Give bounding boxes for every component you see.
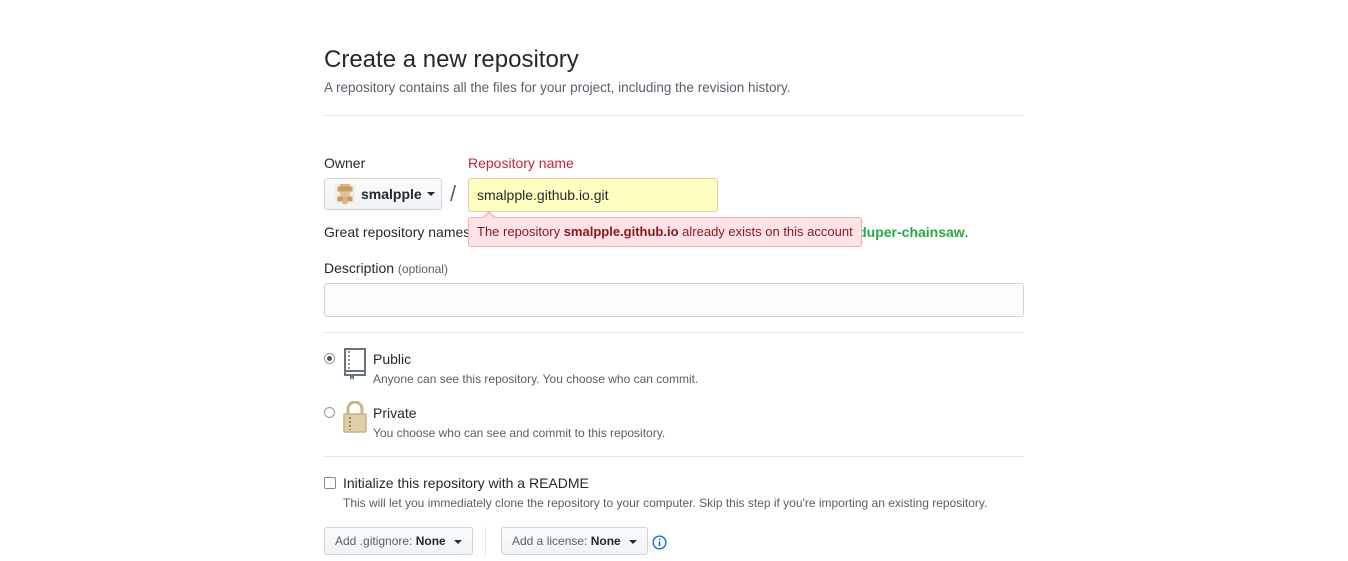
description-label-text: Description: [324, 260, 395, 276]
avatar: [335, 184, 355, 204]
gitignore-select-button[interactable]: Add .gitignore: None: [324, 527, 474, 555]
owner-name: smalpple: [361, 186, 422, 202]
repo-name-label: Repository name: [468, 155, 574, 171]
repo-name-suggestion[interactable]: r-duper-chainsaw.: [848, 223, 969, 241]
license-value: None: [590, 534, 621, 548]
page-title: Create a new repository: [324, 46, 579, 73]
info-icon[interactable]: [652, 535, 667, 555]
select-separator: [485, 527, 486, 555]
page-subtitle: A repository contains all the files for …: [324, 80, 791, 95]
readme-title: Initialize this repository with a README: [343, 475, 589, 491]
error-suffix: already exists on this account: [678, 224, 853, 239]
owner-select-button[interactable]: smalpple: [324, 178, 442, 210]
repo-book-icon: [342, 347, 368, 386]
path-separator: /: [450, 181, 457, 206]
license-select-button[interactable]: Add a license: None: [501, 527, 649, 555]
chevron-down-icon: [454, 539, 463, 544]
private-radio[interactable]: [324, 407, 335, 418]
description-label: Description (optional): [324, 259, 448, 278]
public-option-desc: Anyone can see this repository. You choo…: [373, 372, 699, 386]
public-option-title: Public: [373, 351, 412, 367]
readme-desc: This will let you immediately clone the …: [343, 496, 988, 510]
readme-checkbox[interactable]: [324, 477, 336, 489]
private-option-desc: You choose who can see and commit to thi…: [373, 426, 666, 440]
divider: [324, 332, 1024, 333]
description-input[interactable]: [324, 283, 1024, 317]
error-prefix: The repository: [477, 224, 564, 239]
repo-exists-error: The repository smalpple.github.io alread…: [468, 211, 862, 247]
error-repo-name: smalpple.github.io: [563, 224, 679, 239]
gitignore-value: None: [415, 534, 446, 548]
lock-icon: [342, 400, 368, 438]
license-label: Add a license:: [512, 534, 588, 548]
repository-name-input[interactable]: [468, 178, 718, 212]
owner-label: Owner: [324, 155, 366, 171]
hint-period: .: [964, 224, 969, 240]
suggestion-text[interactable]: r-duper-chainsaw: [848, 224, 965, 240]
public-radio[interactable]: [324, 353, 335, 364]
optional-tag: (optional): [397, 262, 448, 276]
private-option-title: Private: [373, 405, 417, 421]
gitignore-label: Add .gitignore:: [335, 534, 413, 548]
repo-name-hint: Great repository names: [324, 224, 471, 240]
chevron-down-icon: [426, 192, 435, 196]
chevron-down-icon: [629, 539, 638, 544]
divider: [324, 456, 1024, 457]
divider: [324, 115, 1024, 116]
